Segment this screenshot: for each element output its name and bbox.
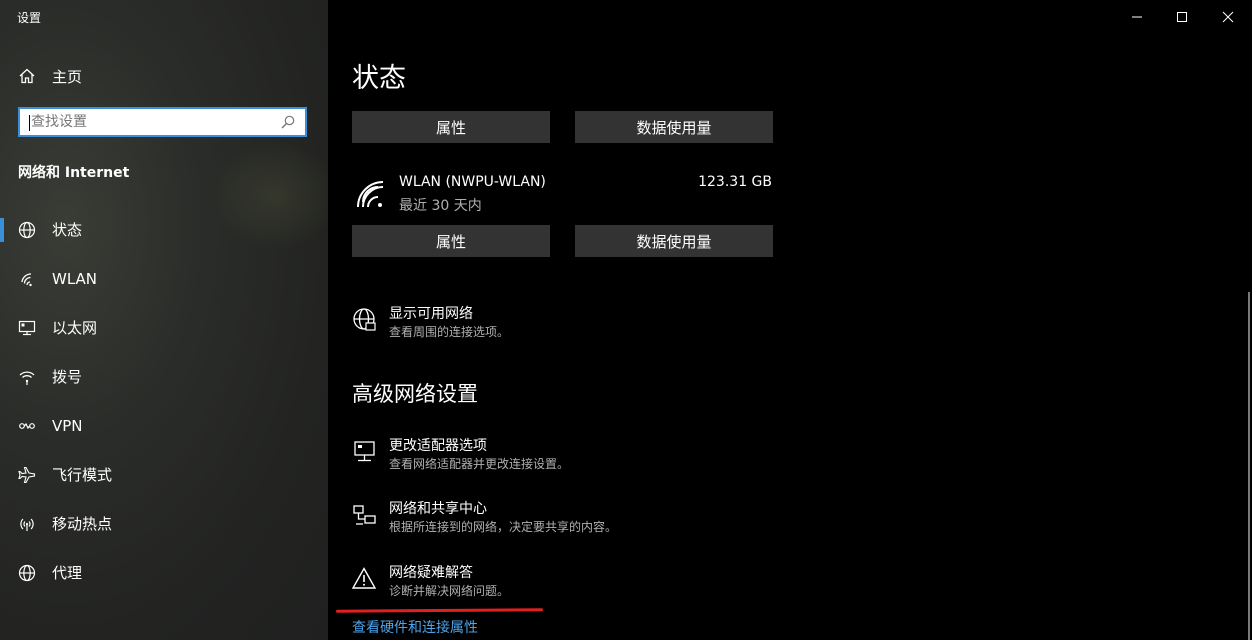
sidebar-item-label: WLAN [52,269,98,288]
network-properties-button[interactable]: 属性 [352,225,550,257]
hotspot-icon [17,514,37,534]
sidebar-item-label: 飞行模式 [52,466,113,484]
sidebar-item-label: 拨号 [52,368,83,386]
network-period: 最近 30 天内 [399,198,482,214]
adapter-options-item[interactable]: 更改适配器选项 查看网络适配器并更改连接设置。 [352,437,569,473]
search-input[interactable] [29,109,280,135]
sidebar-item-label: VPN [52,416,83,435]
sharing-center-item[interactable]: 网络和共享中心 根据所连接到的网络，决定要共享的内容。 [352,500,617,536]
sharing-center-icon [353,505,376,525]
troubleshoot-desc: 诊断并解决网络问题。 [389,584,510,598]
network-name: WLAN (NWPU-WLAN) [399,174,546,190]
adapter-options-title: 更改适配器选项 [389,438,487,454]
properties-button[interactable]: 属性 [352,111,550,143]
sidebar-item-ethernet[interactable]: 以太网 [0,303,328,352]
annotation-underline [335,608,544,613]
network-usage: 123.31 GB [698,174,772,190]
sidebar-item-dialup[interactable]: 拨号 [0,352,328,401]
sidebar-item-mobile-hotspot[interactable]: 移动热点 [0,499,328,548]
adapter-options-desc: 查看网络适配器并更改连接设置。 [389,457,570,471]
home-label: 主页 [52,67,83,86]
page-title: 状态 [352,63,406,94]
globe-network-icon [353,308,376,331]
sidebar-item-label: 以太网 [52,319,98,337]
advanced-section-title: 高级网络设置 [352,382,478,406]
sidebar-item-label: 代理 [52,564,83,582]
show-networks-desc: 查看周围的连接选项。 [389,325,510,339]
sidebar-item-wlan[interactable]: WLAN [0,254,328,303]
sidebar-item-label: 状态 [52,221,83,239]
sidebar-item-airplane-mode[interactable]: 飞行模式 [0,450,328,499]
show-networks-item[interactable]: 显示可用网络 查看周围的连接选项。 [352,305,509,341]
close-icon[interactable] [1219,8,1237,26]
vpn-icon [17,416,37,436]
data-usage-button[interactable]: 数据使用量 [575,111,773,143]
sidebar-item-vpn[interactable]: VPN [0,401,328,450]
sidebar-nav: 状态 WLAN 以太网 拨号 VPN 飞行模式 移动热点 代理 [0,205,328,597]
ethernet-icon [17,318,37,338]
dialup-icon [17,367,37,387]
text-caret [29,115,30,131]
troubleshoot-title: 网络疑难解答 [389,565,473,581]
search-icon[interactable] [280,114,296,130]
wifi-icon [17,269,37,289]
sharing-center-desc: 根据所连接到的网络，决定要共享的内容。 [389,520,618,534]
adapter-icon [354,441,375,462]
home-icon [19,68,35,84]
minimize-icon[interactable] [1128,8,1146,26]
sharing-center-title: 网络和共享中心 [389,501,487,517]
section-title: 网络和 Internet [18,165,130,181]
sidebar-item-status[interactable]: 状态 [0,205,328,254]
main-content: 状态 属性 数据使用量 WLAN (NWPU-WLAN) 最近 30 天内 12… [328,0,1252,640]
sidebar-item-label: 移动热点 [52,515,113,533]
globe-icon [17,220,37,240]
search-box[interactable] [18,107,307,137]
sidebar-item-proxy[interactable]: 代理 [0,548,328,597]
show-networks-title: 显示可用网络 [389,306,473,322]
wifi-signal-icon [357,181,384,208]
troubleshoot-item[interactable]: 网络疑难解答 诊断并解决网络问题。 [352,564,509,600]
sidebar-home[interactable]: 主页 [18,64,82,88]
airplane-icon [17,465,37,485]
app-title: 设置 [17,11,42,25]
warning-icon [352,567,377,589]
hardware-properties-link[interactable]: 查看硬件和连接属性 [352,617,478,637]
network-data-usage-button[interactable]: 数据使用量 [575,225,773,257]
sidebar: 设置 主页 网络和 Internet 状态 WLAN [0,0,328,640]
maximize-icon[interactable] [1173,8,1191,26]
scrollbar[interactable] [1248,292,1250,640]
globe-icon [17,563,37,583]
